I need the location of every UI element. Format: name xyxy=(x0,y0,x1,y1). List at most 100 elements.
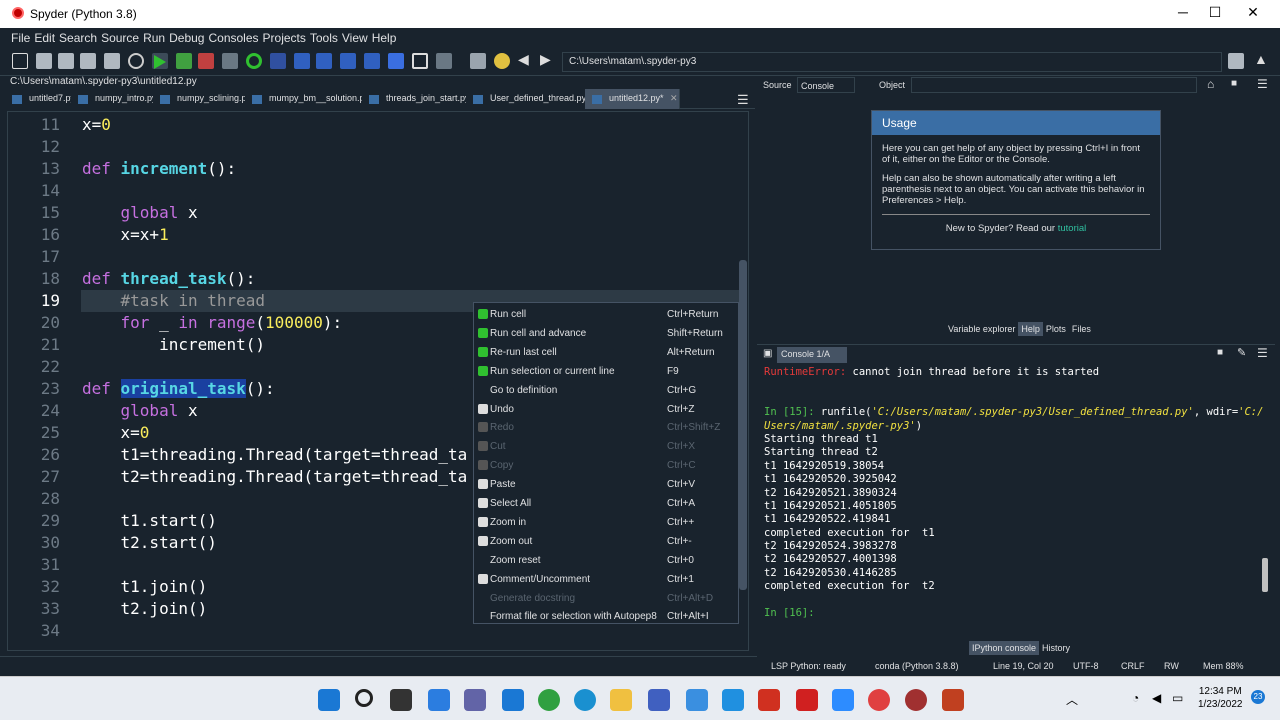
object-input[interactable] xyxy=(911,77,1197,93)
debug-icon[interactable] xyxy=(270,53,286,69)
options-icon[interactable]: ☰ xyxy=(1257,77,1268,91)
tab-console-1a[interactable]: Console 1/A xyxy=(777,347,847,363)
console-options-icon[interactable]: ☰ xyxy=(1257,346,1268,360)
store-icon[interactable] xyxy=(502,689,524,711)
close-tab-icon[interactable]: ✕ xyxy=(670,93,678,104)
search-icon[interactable] xyxy=(355,689,373,707)
menu-item-run-selection-or-current-line[interactable]: Run selection or current line F9 xyxy=(474,362,740,381)
widgets-icon[interactable] xyxy=(428,689,450,711)
editor-scrollbar[interactable] xyxy=(739,260,747,590)
hamburger-menu-icon[interactable]: ☰ xyxy=(737,92,749,108)
edge-icon[interactable] xyxy=(574,689,596,711)
menu-consoles[interactable]: Consoles xyxy=(206,28,260,45)
source-select[interactable]: Console xyxy=(797,77,855,93)
menu-debug[interactable]: Debug xyxy=(167,28,206,45)
python-path-icon[interactable] xyxy=(494,53,510,69)
teams-icon[interactable] xyxy=(464,689,486,711)
notification-badge[interactable]: 23 xyxy=(1251,690,1265,704)
tab-files[interactable]: Files xyxy=(1069,322,1094,336)
menu-file[interactable]: File xyxy=(9,28,32,45)
at-icon[interactable] xyxy=(128,53,144,69)
tab-ipython-console[interactable]: IPython console xyxy=(969,641,1040,655)
debug-return-icon[interactable] xyxy=(340,53,356,69)
debug-step-icon[interactable] xyxy=(294,53,310,69)
arrow-up-icon[interactable]: ▲ xyxy=(1254,51,1270,67)
new-file-icon[interactable] xyxy=(12,53,28,69)
chevron-up-icon[interactable]: ︿ xyxy=(1066,691,1078,708)
fullscreen-icon[interactable] xyxy=(436,53,452,69)
tab-plots[interactable]: Plots xyxy=(1043,322,1069,336)
menu-projects[interactable]: Projects xyxy=(261,28,308,45)
menu-item-redo[interactable]: Redo Ctrl+Shift+Z xyxy=(474,418,740,437)
tab-history[interactable]: History xyxy=(1039,641,1073,655)
shield-app-icon[interactable] xyxy=(758,689,780,711)
menu-item-run-cell-and-advance[interactable]: Run cell and advance Shift+Return xyxy=(474,324,740,343)
maximize-button[interactable]: ☐ xyxy=(1200,4,1230,24)
l-app-icon[interactable] xyxy=(722,689,744,711)
menu-search[interactable]: Search xyxy=(57,28,99,45)
menu-item-zoom-reset[interactable]: Zoom reset Ctrl+0 xyxy=(474,551,740,570)
task-view-icon[interactable] xyxy=(390,689,412,711)
menu-item-zoom-out[interactable]: Zoom out Ctrl+- xyxy=(474,532,740,551)
wifi-icon[interactable]: ◔ xyxy=(1132,691,1139,705)
menu-help[interactable]: Help xyxy=(370,28,399,45)
open-file-icon[interactable] xyxy=(36,53,52,69)
save-all-icon[interactable] xyxy=(80,53,96,69)
menu-source[interactable]: Source xyxy=(99,28,141,45)
menu-item-zoom-in[interactable]: Zoom in Ctrl++ xyxy=(474,513,740,532)
arrow-left-icon[interactable]: ◀ xyxy=(518,51,534,67)
powerpoint-icon[interactable] xyxy=(942,689,964,711)
tutorial-link[interactable]: tutorial xyxy=(1058,223,1087,234)
menu-run[interactable]: Run xyxy=(141,28,167,45)
menu-tools[interactable]: Tools xyxy=(308,28,340,45)
file-list-icon[interactable] xyxy=(104,53,120,69)
run-icon[interactable] xyxy=(154,55,166,69)
menu-item-re-run-last-cell[interactable]: Re-run last cell Alt+Return xyxy=(474,343,740,362)
volume-icon[interactable]: ◀ xyxy=(1152,691,1161,705)
run-selection-icon[interactable] xyxy=(222,53,238,69)
stop-kernel-icon[interactable]: ■ xyxy=(1217,347,1223,358)
menu-item-run-cell[interactable]: Run cell Ctrl+Return xyxy=(474,305,740,324)
battery-icon[interactable]: ▭ xyxy=(1172,691,1183,705)
close-button[interactable]: ✕ xyxy=(1238,4,1268,24)
file-explorer-icon[interactable] xyxy=(610,689,632,711)
clear-console-icon[interactable]: ✎ xyxy=(1237,346,1246,359)
debug-step-into-icon[interactable] xyxy=(316,53,332,69)
minimize-button[interactable]: ─ xyxy=(1168,4,1198,24)
chrome-icon[interactable] xyxy=(868,689,890,711)
ipython-console-output[interactable]: RuntimeError: cannot join thread before … xyxy=(764,366,1263,646)
stop-debug-icon[interactable] xyxy=(388,53,404,69)
home-icon[interactable]: ⌂ xyxy=(1207,77,1214,91)
maximize-pane-icon[interactable] xyxy=(412,53,428,69)
tab-variable-explorer[interactable]: Variable explorer xyxy=(945,322,1018,336)
browse-folder-icon[interactable] xyxy=(1228,53,1244,69)
menu-edit[interactable]: Edit xyxy=(32,28,57,45)
messenger-icon[interactable] xyxy=(686,689,708,711)
menu-item-paste[interactable]: Paste Ctrl+V xyxy=(474,475,740,494)
menu-item-cut[interactable]: Cut Ctrl+X xyxy=(474,437,740,456)
zoom-icon[interactable] xyxy=(832,689,854,711)
wrench-icon[interactable] xyxy=(470,53,486,69)
menu-item-select-all[interactable]: Select All Ctrl+A xyxy=(474,494,740,513)
console-scrollbar[interactable] xyxy=(1262,558,1268,592)
menu-view[interactable]: View xyxy=(340,28,370,45)
app-icon[interactable] xyxy=(538,689,560,711)
working-directory-field[interactable]: C:\Users\matam\.spyder-py3 xyxy=(562,52,1222,72)
menu-item-generate-docstring[interactable]: Generate docstring Ctrl+Alt+D xyxy=(474,589,740,608)
tab-user-defined-thread[interactable]: User_defined_thread.py*✕ xyxy=(466,89,604,109)
menu-item-format-file-or-selection-with-autopep8[interactable]: Format file or selection with Autopep8 Ct… xyxy=(474,607,740,626)
tab-help[interactable]: Help xyxy=(1018,322,1043,336)
tab-untitled12[interactable]: untitled12.py* ✕ xyxy=(585,89,680,109)
run-cell-icon[interactable] xyxy=(176,53,192,69)
console-menu-icon[interactable]: ▣ xyxy=(763,348,772,359)
office-icon[interactable] xyxy=(796,689,818,711)
menu-item-copy[interactable]: Copy Ctrl+C xyxy=(474,456,740,475)
run-cell-advance-icon[interactable] xyxy=(198,53,214,69)
save-icon[interactable] xyxy=(58,53,74,69)
menu-item-comment-uncomment[interactable]: Comment/Uncomment Ctrl+1 xyxy=(474,570,740,589)
start-icon[interactable] xyxy=(318,689,340,711)
menu-item-go-to-definition[interactable]: Go to definition Ctrl+G xyxy=(474,381,740,400)
spyder-taskbar-icon[interactable] xyxy=(905,689,927,711)
debug-continue-icon[interactable] xyxy=(364,53,380,69)
clock[interactable]: 12:34 PM 1/23/2022 xyxy=(1198,685,1243,711)
